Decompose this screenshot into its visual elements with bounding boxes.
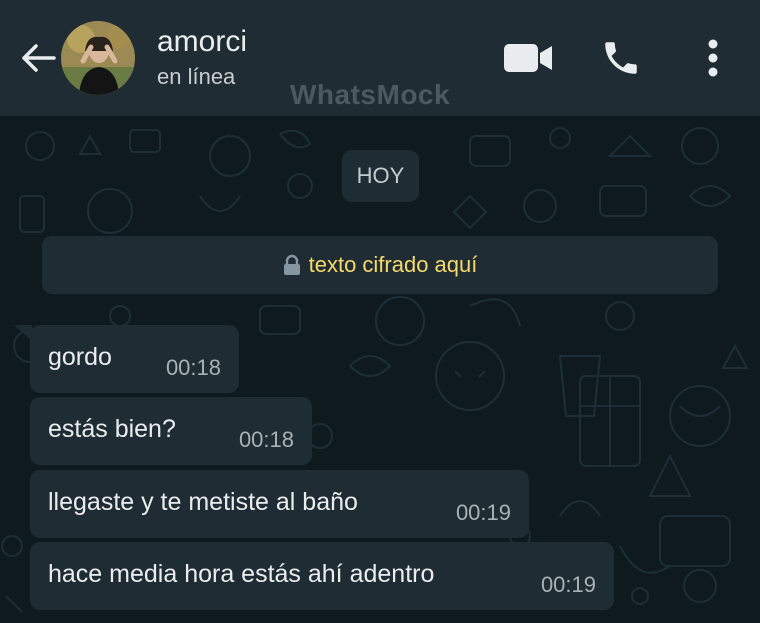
chat-header: amorci en línea WhatsMock	[0, 0, 760, 116]
message-text: estás bien?	[48, 415, 176, 443]
message-text: llegaste y te metiste al baño	[48, 488, 358, 516]
message-time: 00:19	[455, 500, 511, 525]
contact-name: amorci	[157, 25, 248, 58]
phone-icon	[605, 42, 637, 74]
message-text: hace media hora estás ahí adentro	[48, 560, 435, 588]
back-button[interactable]	[18, 38, 58, 78]
message-time: 00:18	[165, 355, 221, 380]
message-bubble[interactable]: hace media hora estás ahí adentro 00:19	[30, 542, 614, 610]
lock-icon	[283, 254, 301, 276]
date-divider: HOY	[342, 150, 419, 202]
message-bubble[interactable]: estás bien? 00:18	[30, 397, 312, 465]
avatar-photo	[61, 21, 135, 95]
encryption-notice[interactable]: texto cifrado aquí	[42, 236, 718, 294]
chat-area[interactable]: HOY texto cifrado aquí gordo 00:18 estás…	[0, 116, 760, 623]
voice-call-button[interactable]	[598, 36, 644, 80]
contact-info[interactable]: amorci en línea	[157, 24, 247, 92]
more-options-button[interactable]	[698, 36, 728, 80]
back-arrow-icon	[22, 44, 56, 72]
contact-status: en línea	[157, 64, 236, 89]
message-time: 00:18	[238, 427, 294, 452]
avatar[interactable]	[61, 21, 135, 95]
message-text: gordo	[48, 343, 112, 371]
message-time: 00:19	[540, 572, 596, 597]
message-bubble[interactable]: llegaste y te metiste al baño 00:19	[30, 470, 529, 538]
message-bubble[interactable]: gordo 00:18	[30, 325, 239, 393]
encryption-text: texto cifrado aquí	[308, 252, 478, 277]
video-call-button[interactable]	[500, 38, 556, 78]
more-options-icon	[708, 39, 718, 77]
video-call-icon	[504, 44, 552, 72]
watermark: WhatsMock	[290, 79, 451, 110]
